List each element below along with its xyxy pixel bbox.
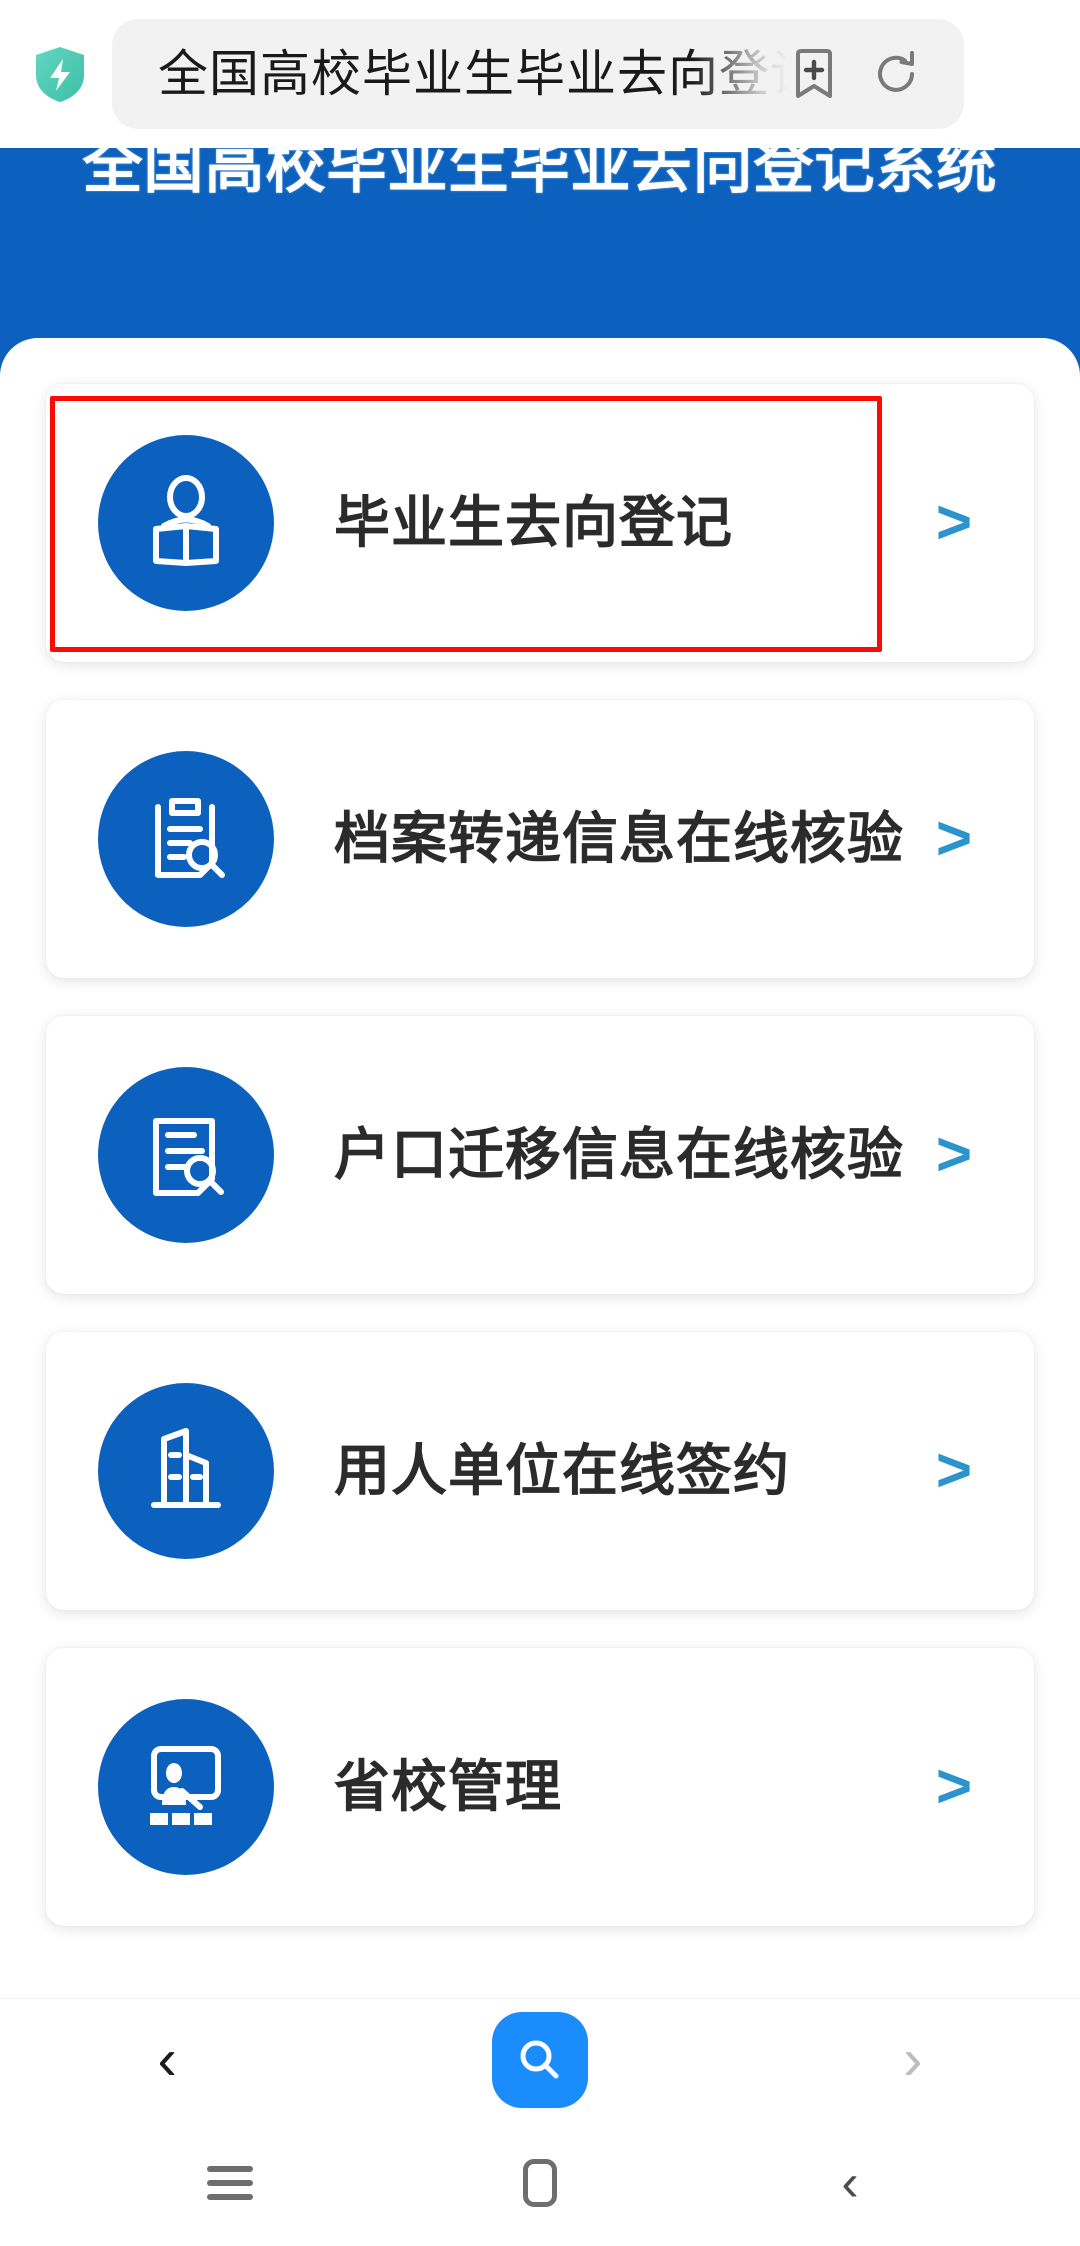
menu-card-graduate-registration[interactable]: 毕业生去向登记 >	[46, 384, 1034, 662]
household-search-icon	[153, 1118, 224, 1196]
browser-search-button[interactable]	[491, 2011, 588, 2108]
chevron-right-icon[interactable]: >	[908, 808, 1000, 870]
bookmark-add-button[interactable]	[788, 48, 840, 100]
card-icon-circle	[98, 1699, 274, 1875]
chevron-right-icon[interactable]: >	[908, 492, 1000, 554]
reload-button[interactable]	[870, 48, 922, 100]
menu-card-archive-verification[interactable]: 档案转递信息在线核验 >	[46, 700, 1034, 978]
card-icon-circle	[98, 1067, 274, 1243]
search-icon	[520, 2040, 559, 2078]
card-icon-circle	[98, 435, 274, 611]
system-navigation-bar: ‹	[0, 2120, 1080, 2246]
page-title: 全国高校毕业生毕业去向登记系统	[82, 148, 998, 200]
card-icon-circle	[98, 1383, 274, 1559]
system-recents-button[interactable]	[190, 2143, 270, 2223]
browser-forward-button[interactable]: ›	[903, 2030, 922, 2089]
reload-icon	[878, 51, 914, 92]
browser-back-button[interactable]: ‹	[158, 2030, 177, 2089]
card-label: 用人单位在线签约	[334, 1439, 790, 1502]
browser-top-bar: 全国高校毕业生毕业去向登记系统	[0, 0, 1080, 148]
bookmark-add-icon	[796, 49, 832, 98]
menu-card-household-verification[interactable]: 户口迁移信息在线核验 >	[46, 1016, 1034, 1294]
system-back-button[interactable]: ‹	[810, 2143, 890, 2223]
home-square-icon	[523, 2159, 557, 2207]
card-label: 毕业生去向登记	[334, 491, 733, 554]
phone-screen: 全国高校毕业生毕业去向登记系统 全国高校毕业	[0, 0, 1080, 2246]
card-icon-circle	[98, 751, 274, 927]
menu-card-province-school-management[interactable]: 省校管理 >	[46, 1648, 1034, 1926]
card-label: 档案转递信息在线核验	[334, 807, 904, 870]
omnibox-actions	[788, 48, 964, 100]
system-home-button[interactable]	[500, 2143, 580, 2223]
card-label: 户口迁移信息在线核验	[334, 1123, 904, 1186]
browser-bottom-nav: ‹ ›	[0, 1998, 1080, 2120]
chevron-right-icon[interactable]: >	[908, 1756, 1000, 1818]
chevron-right-icon[interactable]: >	[908, 1440, 1000, 1502]
person-reading-book-icon	[153, 475, 219, 566]
building-icon	[151, 1428, 221, 1508]
shield-lightning-icon	[36, 47, 84, 102]
url-text[interactable]: 全国高校毕业生毕业去向登记系统	[112, 43, 788, 105]
menu-bars-icon	[207, 2158, 253, 2208]
document-search-icon	[155, 798, 225, 878]
chevron-left-icon: ‹	[841, 2154, 859, 2212]
classroom-teacher-icon	[150, 1746, 221, 1825]
menu-sheet: 毕业生去向登记 > 档案转递信息在线核验 > 户口迁移信息在线核验 > 用人单位…	[0, 338, 1080, 1998]
card-label: 省校管理	[334, 1755, 562, 1818]
chevron-right-icon[interactable]: >	[908, 1124, 1000, 1186]
security-shield-button[interactable]	[0, 0, 120, 148]
menu-card-employer-signing[interactable]: 用人单位在线签约 >	[46, 1332, 1034, 1610]
address-bar[interactable]: 全国高校毕业生毕业去向登记系统	[112, 19, 964, 129]
